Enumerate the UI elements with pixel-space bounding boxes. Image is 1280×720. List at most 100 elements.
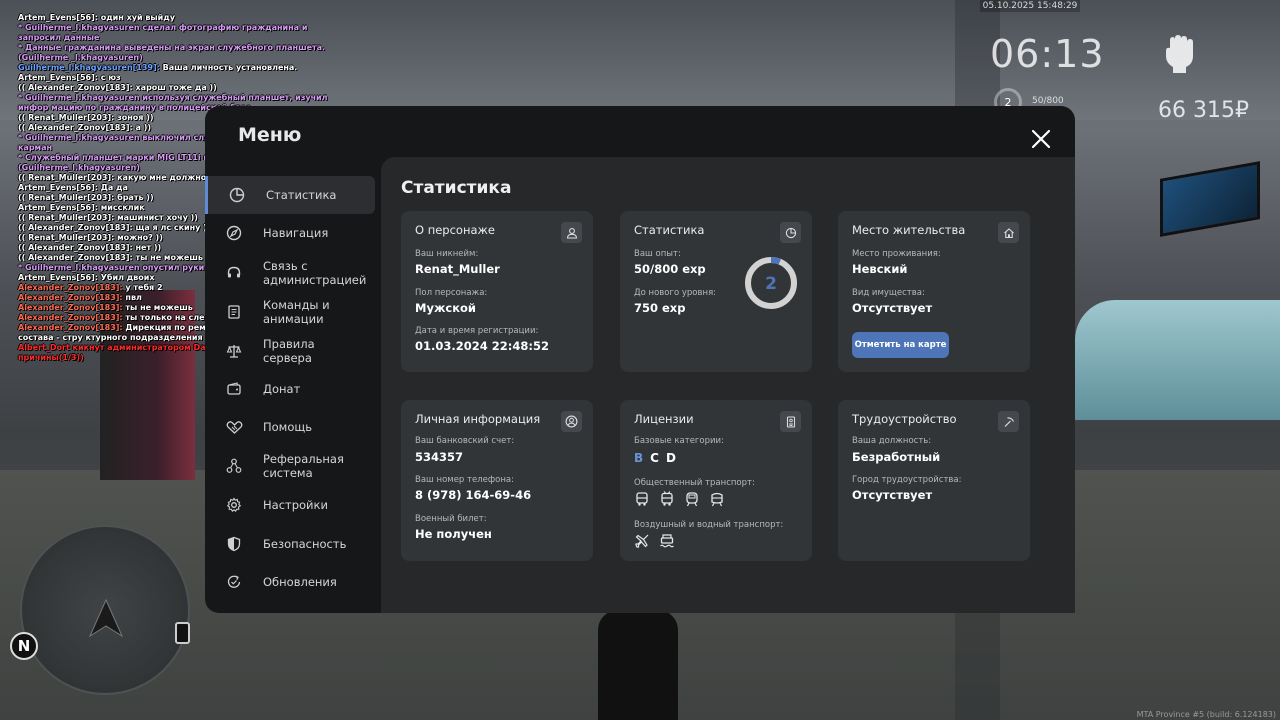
military-label: Военный билет: [415, 514, 487, 524]
sidebar-item-label: Навигация [263, 226, 329, 240]
chat-line: Artem_Evens[56]: один хуй выйду [18, 13, 175, 22]
card-personal: Личная информация Ваш банковский счет: 5… [401, 400, 593, 561]
military-value: Не получен [415, 527, 492, 541]
sidebar-item-label: Статистика [266, 188, 337, 202]
license-category: B [634, 451, 644, 465]
next-level-value: 750 exp [634, 301, 686, 315]
property-label: Вид имущества: [852, 288, 925, 298]
level-progress-ring: 2 [745, 257, 797, 309]
sidebar-item-settings[interactable]: Настройки [205, 486, 375, 524]
shield-icon [205, 536, 263, 552]
sidebar-item-label: Связь с администрацией [263, 259, 367, 287]
sidebar-item-security[interactable]: Безопасность [205, 525, 375, 563]
tram-icon [686, 492, 698, 507]
card-residence: Место жительства Место проживания: Невск… [838, 211, 1030, 372]
chat-line: Artem_Evens[56]: с юз [18, 73, 121, 82]
exp-value: 50/800 exp [634, 262, 706, 276]
user-icon [561, 222, 582, 243]
player-arrow-icon [88, 598, 124, 638]
chat-sender: Alexander_Zonov[183]: [18, 313, 123, 322]
registration-value: 01.03.2024 22:48:52 [415, 339, 549, 353]
sidebar-item-statistics[interactable]: Статистика [205, 176, 375, 214]
chat-sender: Alexander_Zonov[183]: [18, 283, 123, 292]
air-water-transport-label: Воздушный и водный транспорт: [634, 520, 784, 530]
position-value: Безработный [852, 450, 941, 464]
gear-icon [205, 497, 263, 513]
card-title: Лицензии [634, 412, 694, 426]
handshake-icon [205, 419, 263, 435]
sidebar-item-label: Правила сервера [263, 337, 315, 365]
list-icon [205, 304, 263, 320]
air-water-transport-icons [634, 533, 675, 549]
chat-message: у тебя 2 [122, 283, 163, 292]
chat-sender: Guilherme_l.khagvasuren[139]: [18, 63, 160, 72]
public-transport-icons [634, 491, 725, 507]
card-employment: Трудоустройство Ваша должность: Безработ… [838, 400, 1030, 561]
sidebar-item-donate[interactable]: Донат [205, 370, 375, 408]
player-character [598, 610, 678, 720]
base-categories-label: Базовые категории: [634, 436, 724, 446]
next-level-label: До нового уровня: [634, 288, 717, 298]
license-category: D [665, 451, 676, 465]
hud-money: 66 315₽ [1158, 98, 1249, 123]
bank-label: Ваш банковский счет: [415, 436, 515, 446]
wall-screen [1160, 161, 1260, 237]
registration-label: Дата и время регистрации: [415, 326, 539, 336]
referral-icon [205, 458, 263, 474]
chat-line: (( Alexander_Zonov[183]: харош тоже да )… [18, 83, 217, 92]
bank-value: 534357 [415, 450, 464, 464]
sidebar-item-label: Реферальная система [263, 452, 344, 480]
mark-on-map-button[interactable]: Отметить на карте [852, 332, 949, 358]
card-stats: Статистика Ваш опыт: 50/800 exp До новог… [620, 211, 812, 372]
pie-chart-icon [208, 187, 266, 203]
sidebar-item-updates[interactable]: Обновления [205, 563, 375, 601]
exp-label: Ваш опыт: [634, 249, 681, 259]
level-number: 2 [765, 274, 777, 294]
hud-xp: 50/800 [1032, 96, 1064, 106]
license-categories: B C D [634, 451, 676, 465]
plane-icon [635, 534, 649, 548]
sidebar-item-label: Команды и анимации [263, 298, 330, 326]
chat-line: * Данные гражданина выведены на экран сл… [18, 43, 328, 62]
card-character: О персонаже Ваш никнейм: Renat_Muller По… [401, 211, 593, 372]
sidebar-item-commands[interactable]: Команды и анимации [205, 293, 375, 331]
sidebar-item-label: Безопасность [263, 537, 347, 551]
sidebar-item-support[interactable]: Связь с администрацией [205, 254, 375, 292]
nickname-value: Renat_Muller [415, 262, 500, 276]
sidebar-item-referral[interactable]: Реферальная система [205, 447, 375, 485]
chat-sender: Alexander_Zonov[183]: [18, 303, 123, 312]
scales-icon [205, 343, 263, 359]
sidebar-item-label: Настройки [263, 498, 328, 512]
chat-message: пвл [122, 293, 142, 302]
refresh-icon [205, 574, 263, 590]
position-label: Ваша должность: [852, 436, 932, 446]
card-licenses: Лицензии Базовые категории: B C D Общест… [620, 400, 812, 561]
card-title: Место жительства [852, 223, 966, 237]
home-icon [998, 222, 1019, 243]
content-title: Статистика [401, 178, 512, 198]
boat-icon [660, 534, 674, 548]
nickname-label: Ваш никнейм: [415, 249, 479, 259]
phone-label: Ваш номер телефона: [415, 475, 514, 485]
sidebar-item-label: Донат [263, 382, 301, 396]
wallet-icon [205, 381, 263, 397]
chat-message: ты не можешь [122, 303, 193, 312]
pickaxe-icon [998, 411, 1019, 432]
gender-label: Пол персонажа: [415, 288, 488, 298]
license-icon [780, 411, 801, 432]
close-icon[interactable] [1028, 126, 1054, 152]
map-marker [175, 622, 190, 644]
public-transport-label: Общественный транспорт: [634, 478, 755, 488]
work-city-value: Отсутствует [852, 488, 933, 502]
sidebar-item-rules[interactable]: Правила сервера [205, 332, 375, 370]
sidebar-item-navigation[interactable]: Навигация [205, 214, 375, 252]
sidebar-item-help[interactable]: Помощь [205, 408, 375, 446]
user-circle-icon [561, 411, 582, 432]
menu-title: Меню [238, 124, 302, 146]
compass-icon [205, 225, 263, 241]
card-title: Статистика [634, 223, 705, 237]
bus-icon [636, 492, 648, 506]
chat-sender: Alexander_Zonov[183]: [18, 323, 123, 332]
card-title: Трудоустройство [852, 412, 957, 426]
chat-line: Guilherme_l.khagvasuren[139]: Ваша лично… [18, 63, 348, 73]
